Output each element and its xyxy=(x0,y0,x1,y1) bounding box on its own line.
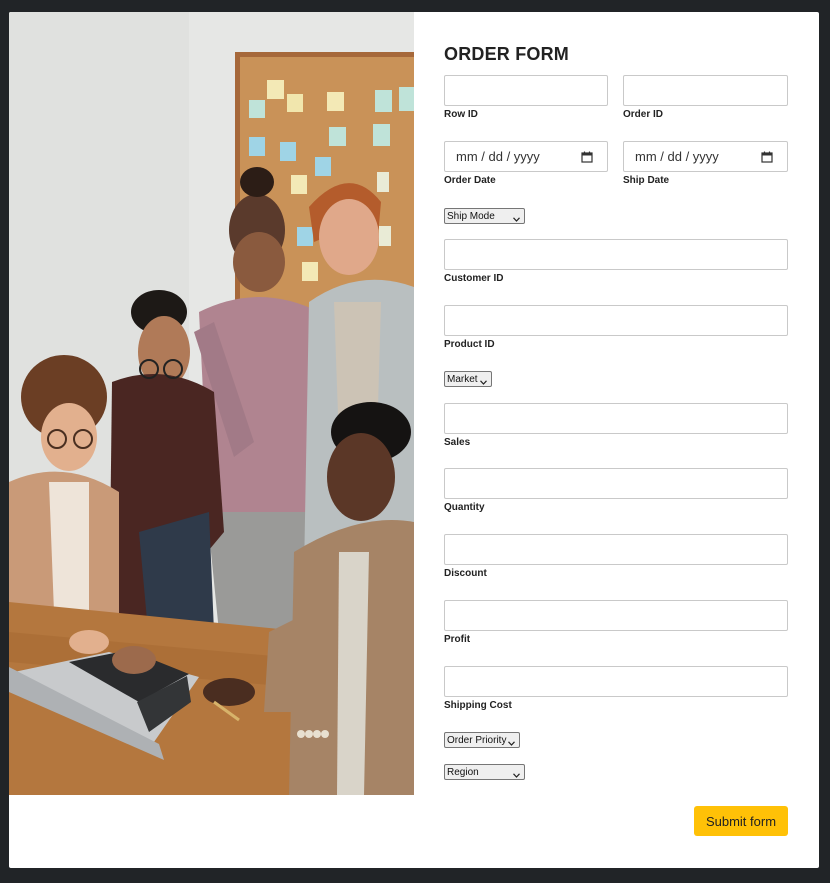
form-title: ORDER FORM xyxy=(444,44,569,64)
discount-input[interactable] xyxy=(444,534,788,565)
sales-input[interactable] xyxy=(444,403,788,434)
shipping-cost-label: Shipping Cost xyxy=(444,700,512,711)
order-date-input[interactable]: mm / dd / yyyy xyxy=(444,141,608,172)
quantity-input[interactable] xyxy=(444,468,788,499)
team-photo xyxy=(9,12,414,795)
row-id-input[interactable] xyxy=(444,75,608,106)
order-date-placeholder: mm / dd / yyyy xyxy=(456,149,540,164)
region-selected: Region xyxy=(447,766,479,778)
chevron-down-icon xyxy=(513,770,520,778)
calendar-icon[interactable] xyxy=(761,151,773,163)
order-priority-select[interactable]: Order Priority xyxy=(444,732,520,748)
customer-id-label: Customer ID xyxy=(444,273,504,284)
order-id-group: Order ID xyxy=(623,75,788,120)
order-form: ORDER FORM Row ID Order ID mm / dd / yyy… xyxy=(444,12,789,868)
ship-mode-select[interactable]: Ship Mode xyxy=(444,208,525,224)
discount-label: Discount xyxy=(444,568,487,579)
submit-button[interactable]: Submit form xyxy=(694,806,788,836)
customer-id-group: Customer ID xyxy=(444,239,788,284)
customer-id-input[interactable] xyxy=(444,239,788,270)
shipping-cost-input[interactable] xyxy=(444,666,788,697)
profit-input[interactable] xyxy=(444,600,788,631)
row-id-group: Row ID xyxy=(444,75,608,120)
order-id-input[interactable] xyxy=(623,75,788,106)
sales-group: Sales xyxy=(444,403,788,448)
row-id-label: Row ID xyxy=(444,109,478,120)
discount-group: Discount xyxy=(444,534,788,579)
ship-date-label: Ship Date xyxy=(623,175,670,186)
order-priority-selected: Order Priority xyxy=(447,734,507,746)
order-id-label: Order ID xyxy=(623,109,664,120)
chevron-down-icon xyxy=(508,738,515,746)
ship-mode-selected: Ship Mode xyxy=(447,210,495,222)
chevron-down-icon xyxy=(480,377,487,385)
region-select[interactable]: Region xyxy=(444,764,525,780)
sales-label: Sales xyxy=(444,437,471,448)
product-id-label: Product ID xyxy=(444,339,495,350)
product-id-group: Product ID xyxy=(444,305,788,350)
chevron-down-icon xyxy=(513,214,520,222)
shipping-cost-group: Shipping Cost xyxy=(444,666,788,711)
profit-label: Profit xyxy=(444,634,471,645)
ship-date-group: mm / dd / yyyy Ship Date xyxy=(623,141,788,186)
product-id-input[interactable] xyxy=(444,305,788,336)
profit-group: Profit xyxy=(444,600,788,645)
ship-date-placeholder: mm / dd / yyyy xyxy=(635,149,719,164)
order-date-group: mm / dd / yyyy Order Date xyxy=(444,141,608,186)
ship-date-input[interactable]: mm / dd / yyyy xyxy=(623,141,788,172)
market-select[interactable]: Market xyxy=(444,371,492,387)
quantity-group: Quantity xyxy=(444,468,788,513)
market-selected: Market xyxy=(447,373,478,385)
calendar-icon[interactable] xyxy=(581,151,593,163)
order-date-label: Order Date xyxy=(444,175,496,186)
order-form-card: ORDER FORM Row ID Order ID mm / dd / yyy… xyxy=(9,12,819,868)
quantity-label: Quantity xyxy=(444,502,485,513)
